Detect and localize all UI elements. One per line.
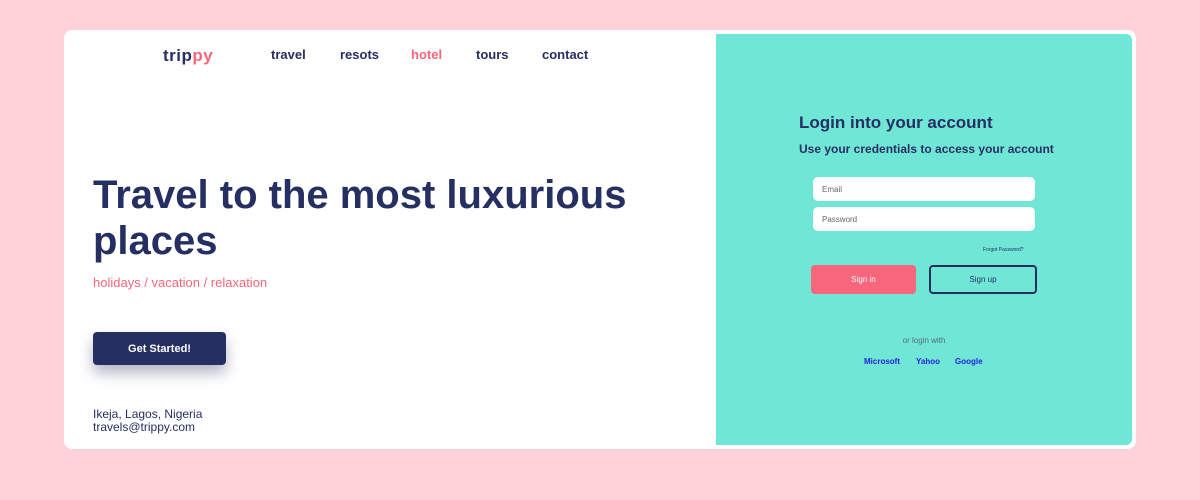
sign-in-button[interactable]: Sign in (811, 265, 916, 294)
brand-logo[interactable]: trippy (163, 46, 213, 66)
email-text: travels@trippy.com (93, 420, 195, 434)
nav-item-hotel[interactable]: hotel (411, 47, 442, 62)
get-started-button[interactable]: Get Started! (93, 332, 226, 365)
main-card: trippy travel resots hotel tours contact… (64, 30, 1136, 449)
login-microsoft-link[interactable]: Microsoft (864, 357, 900, 366)
or-login-label: or login with (902, 336, 946, 345)
hero-subtitle: holidays / vacation / relaxation (93, 275, 268, 290)
hero-title: Travel to the most luxurious places (93, 173, 627, 263)
contact-info: Ikeja, Lagos, Nigeria travels@trippy.com (93, 408, 202, 434)
brand-name-accent: py (192, 46, 214, 65)
brand-name-main: trip (163, 46, 193, 65)
login-title: Login into your account (799, 113, 993, 132)
nav-item-resots[interactable]: resots (340, 47, 379, 62)
nav-item-travel[interactable]: travel (271, 47, 306, 62)
login-yahoo-link[interactable]: Yahoo (916, 357, 940, 366)
forgot-password-link[interactable]: Forgot Password? (983, 247, 1024, 253)
nav-item-tours[interactable]: tours (476, 47, 509, 62)
login-google-link[interactable]: Google (955, 357, 983, 366)
login-subtitle: Use your credentials to access your acco… (799, 142, 1054, 156)
sign-up-button[interactable]: Sign up (929, 265, 1037, 294)
login-panel: Login into your account Use your credent… (716, 34, 1132, 445)
email-field[interactable] (813, 177, 1035, 201)
nav-item-contact[interactable]: contact (542, 47, 588, 62)
password-field[interactable] (813, 207, 1035, 231)
